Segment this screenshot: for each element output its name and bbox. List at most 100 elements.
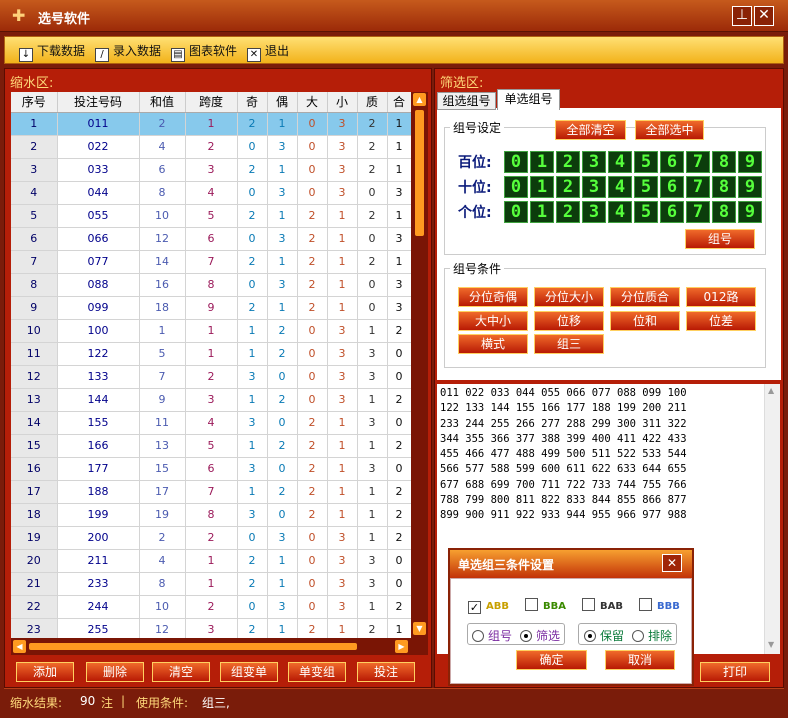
column-header[interactable]: 偶 <box>267 92 298 113</box>
column-header[interactable]: 大 <box>297 92 328 113</box>
scroll-up-icon[interactable]: ▲ <box>413 93 426 106</box>
table-row[interactable]: 4 044 8 4 0 3 0 3 0 3 <box>11 181 411 205</box>
checkbox-empty-icon[interactable] <box>582 598 595 611</box>
option-radio[interactable]: 筛选 <box>520 627 560 644</box>
cond-odd-even-button[interactable]: 分位奇偶 <box>458 287 528 307</box>
cond-sum-button[interactable]: 位和 <box>610 311 680 331</box>
column-header[interactable]: 和值 <box>139 92 186 113</box>
option-radio[interactable]: 排除 <box>632 627 672 644</box>
digit-button[interactable]: 9 <box>738 201 762 223</box>
column-header[interactable]: 质 <box>357 92 388 113</box>
digit-button[interactable]: 3 <box>582 176 606 198</box>
print-button[interactable]: 打印 <box>700 662 770 682</box>
digit-button[interactable]: 7 <box>686 176 710 198</box>
table-row[interactable]: 13 144 9 3 1 2 0 3 1 2 <box>11 388 411 412</box>
table-row[interactable]: 9 099 18 9 2 1 2 1 0 3 <box>11 296 411 320</box>
table-row[interactable]: 3 033 6 3 2 1 0 3 2 1 <box>11 158 411 182</box>
checkbox-empty-icon[interactable] <box>525 598 538 611</box>
digit-button[interactable]: 8 <box>712 176 736 198</box>
digit-button[interactable]: 4 <box>608 151 632 173</box>
table-horizontal-scrollbar[interactable]: ◀ ▶ <box>11 638 428 655</box>
digit-button[interactable]: 1 <box>530 176 554 198</box>
table-row[interactable]: 18 199 19 8 3 0 2 1 1 2 <box>11 503 411 527</box>
column-header[interactable]: 投注号码 <box>57 92 140 113</box>
table-row[interactable]: 16 177 15 6 3 0 2 1 3 0 <box>11 457 411 481</box>
table-row[interactable]: 7 077 14 7 2 1 2 1 2 1 <box>11 250 411 274</box>
table-row[interactable]: 11 122 5 1 1 2 0 3 3 0 <box>11 342 411 366</box>
radio-empty-icon[interactable] <box>472 630 484 642</box>
cond-big-mid-small-button[interactable]: 大中小 <box>458 311 528 331</box>
result-scrollbar[interactable]: ▲ ▼ <box>764 384 780 654</box>
table-vertical-scrollbar[interactable]: ▲ ▼ <box>411 92 428 638</box>
cond-012-button[interactable]: 012路 <box>686 287 756 307</box>
table-row[interactable]: 14 155 11 4 3 0 2 1 3 0 <box>11 411 411 435</box>
table-row[interactable]: 17 188 17 7 1 2 2 1 1 2 <box>11 480 411 504</box>
dialog-close-button[interactable]: ✕ <box>662 554 682 572</box>
number-table[interactable]: 序号 投注号码 和值 跨度奇偶大小质合 1 011 2 1 2 1 0 3 2 1 2 022 4 2 0 3 0 3 2… <box>11 92 411 638</box>
cond-prime-button[interactable]: 分位质合 <box>610 287 680 307</box>
add-button[interactable]: 添加 <box>16 662 74 682</box>
scroll-left-icon[interactable]: ◀ <box>13 640 26 653</box>
cond-shift-button[interactable]: 位移 <box>534 311 604 331</box>
table-row[interactable]: 21 233 8 1 2 1 0 3 3 0 <box>11 572 411 596</box>
digit-button[interactable]: 0 <box>504 151 528 173</box>
column-header[interactable]: 跨度 <box>185 92 238 113</box>
digit-button[interactable]: 6 <box>660 201 684 223</box>
pattern-checkbox[interactable]: BAB <box>582 598 623 612</box>
digit-button[interactable]: 3 <box>582 151 606 173</box>
column-header[interactable]: 小 <box>327 92 358 113</box>
table-row[interactable]: 22 244 10 2 0 3 0 3 1 2 <box>11 595 411 619</box>
digit-button[interactable]: 1 <box>530 151 554 173</box>
table-row[interactable]: 19 200 2 2 0 3 0 3 1 2 <box>11 526 411 550</box>
toolbar-exit[interactable]: ✕ 退出 <box>247 42 289 62</box>
table-row[interactable]: 10 100 1 1 1 2 0 3 1 2 <box>11 319 411 343</box>
table-row[interactable]: 15 166 13 5 1 2 2 1 1 2 <box>11 434 411 458</box>
group-number-button[interactable]: 组号 <box>685 229 755 249</box>
minimize-button[interactable]: ⊥ <box>732 6 752 26</box>
pattern-checkbox[interactable]: BBA <box>525 598 566 612</box>
digit-button[interactable]: 8 <box>712 151 736 173</box>
scroll-down-icon[interactable]: ▼ <box>413 622 426 635</box>
digit-button[interactable]: 4 <box>608 176 632 198</box>
cond-group3-button[interactable]: 组三 <box>534 334 604 354</box>
table-row[interactable]: 1 011 2 1 2 1 0 3 2 1 <box>11 112 411 136</box>
result-scroll-down-icon[interactable]: ▼ <box>768 640 774 649</box>
scroll-right-icon[interactable]: ▶ <box>395 640 408 653</box>
table-row[interactable]: 23 255 12 3 2 1 2 1 2 1 <box>11 618 411 638</box>
option-radio[interactable]: 保留 <box>584 627 624 644</box>
digit-button[interactable]: 7 <box>686 151 710 173</box>
table-row[interactable]: 20 211 4 1 2 1 0 3 3 0 <box>11 549 411 573</box>
clear-all-button[interactable]: 全部清空 <box>555 120 626 140</box>
digit-button[interactable]: 0 <box>504 176 528 198</box>
checkbox-empty-icon[interactable] <box>639 598 652 611</box>
toolbar-chart[interactable]: ▤ 图表软件 <box>171 42 237 62</box>
digit-button[interactable]: 9 <box>738 176 762 198</box>
column-header[interactable]: 序号 <box>11 92 58 113</box>
radio-empty-icon[interactable] <box>632 630 644 642</box>
digit-button[interactable]: 4 <box>608 201 632 223</box>
delete-button[interactable]: 删除 <box>86 662 144 682</box>
digit-button[interactable]: 8 <box>712 201 736 223</box>
single-to-group-button[interactable]: 单变组 <box>288 662 346 682</box>
digit-button[interactable]: 3 <box>582 201 606 223</box>
table-row[interactable]: 2 022 4 2 0 3 0 3 2 1 <box>11 135 411 159</box>
toolbar-input-data[interactable]: / 录入数据 <box>95 42 161 62</box>
digit-button[interactable]: 6 <box>660 151 684 173</box>
checkbox-checked-icon[interactable]: ✓ <box>468 601 481 614</box>
scroll-thumb[interactable] <box>415 110 424 236</box>
bet-button[interactable]: 投注 <box>357 662 415 682</box>
cond-horizontal-button[interactable]: 横式 <box>458 334 528 354</box>
radio-selected-icon[interactable] <box>520 630 532 642</box>
h-scroll-thumb[interactable] <box>29 643 357 650</box>
digit-button[interactable]: 6 <box>660 176 684 198</box>
cond-diff-button[interactable]: 位差 <box>686 311 756 331</box>
digit-button[interactable]: 5 <box>634 201 658 223</box>
digit-button[interactable]: 5 <box>634 151 658 173</box>
dialog-ok-button[interactable]: 确定 <box>516 650 587 670</box>
cond-big-small-button[interactable]: 分位大小 <box>534 287 604 307</box>
dialog-cancel-button[interactable]: 取消 <box>605 650 675 670</box>
table-row[interactable]: 6 066 12 6 0 3 2 1 0 3 <box>11 227 411 251</box>
digit-button[interactable]: 5 <box>634 176 658 198</box>
pattern-checkbox[interactable]: BBB <box>639 598 680 612</box>
table-row[interactable]: 12 133 7 2 3 0 0 3 3 0 <box>11 365 411 389</box>
